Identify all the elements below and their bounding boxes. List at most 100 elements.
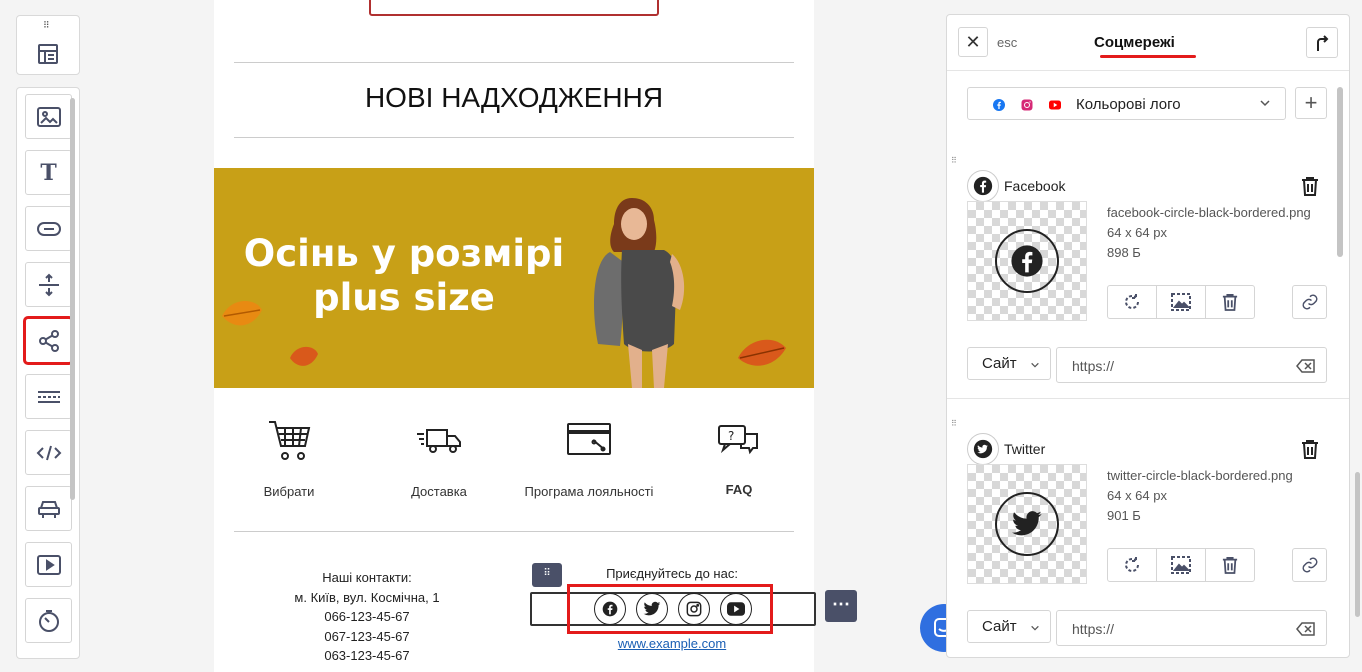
leaf-illustration (290, 346, 318, 366)
icon-style-select[interactable]: Кольорові лого (967, 87, 1286, 120)
feature-label: Вибрати (263, 484, 315, 499)
selection-highlight (567, 584, 773, 634)
export-button[interactable] (1306, 27, 1338, 58)
video-block-button[interactable] (25, 542, 72, 587)
file-info: facebook-circle-black-bordered.png 64 x … (1107, 203, 1327, 263)
feature-choose[interactable]: Вибрати (214, 418, 364, 499)
link-icon (1302, 294, 1317, 310)
clear-icon (1296, 622, 1315, 636)
divider-line (234, 137, 794, 138)
file-info: twitter-circle-black-bordered.png 64 x 6… (1107, 466, 1327, 526)
menu-block-button[interactable] (25, 486, 72, 531)
url-field[interactable]: https:// (1056, 347, 1327, 383)
panel-scrollbar[interactable] (1337, 87, 1343, 257)
file-dimensions: 64 x 64 px (1107, 488, 1167, 503)
toolbar-scrollbar[interactable] (70, 98, 75, 500)
facebook-icon (967, 170, 999, 202)
link-type-value: Сайт (982, 355, 1017, 372)
link-type-select[interactable]: Сайт (967, 610, 1051, 643)
delete-network-button[interactable] (1301, 176, 1319, 196)
feature-label: FAQ (725, 482, 753, 497)
timer-block-button[interactable] (25, 598, 72, 643)
edit-image-button[interactable] (1157, 549, 1206, 581)
instagram-color-icon (1021, 99, 1033, 111)
feature-loyalty[interactable]: Програма лояльності (514, 418, 664, 499)
page-scrollbar[interactable] (1355, 472, 1360, 617)
truck-icon (364, 418, 514, 466)
youtube-color-icon (1049, 100, 1061, 110)
twitter-icon (995, 492, 1059, 556)
add-network-button[interactable]: + (1295, 87, 1327, 119)
car-icon (37, 500, 60, 518)
button-block-button[interactable] (25, 206, 72, 251)
image-tools (1107, 285, 1255, 319)
file-name: facebook-circle-black-bordered.png (1107, 205, 1311, 220)
refresh-icon (1125, 294, 1139, 309)
image-edit-icon (1171, 556, 1191, 574)
close-button[interactable]: ✕ (958, 27, 988, 57)
drag-grip-icon[interactable]: ⠿ (951, 157, 957, 165)
remove-image-button[interactable] (1206, 286, 1254, 318)
contacts-block[interactable]: Наші контакти: м. Київ, вул. Космічна, 1… (234, 568, 500, 666)
file-dimensions: 64 x 64 px (1107, 225, 1167, 240)
trash-icon (1302, 177, 1318, 196)
block-drag-handle[interactable]: ⠿ (532, 563, 562, 587)
layout-block-button[interactable] (36, 42, 60, 66)
delete-network-button[interactable] (1301, 439, 1319, 459)
clear-icon (1296, 359, 1315, 373)
button-fragment[interactable] (369, 0, 659, 16)
html-block-button[interactable] (25, 430, 72, 475)
banner-title: Осінь у розмірі plus size (234, 232, 574, 320)
banner-line-2: plus size (313, 276, 495, 319)
spacer-block-button[interactable] (25, 262, 72, 307)
url-field[interactable]: https:// (1056, 610, 1327, 646)
divider-line (234, 531, 794, 532)
text-block-button[interactable]: T (25, 150, 72, 195)
file-size: 901 Б (1107, 508, 1141, 523)
trash-icon (1222, 294, 1238, 311)
link-icon (1302, 557, 1317, 573)
drag-grip-icon[interactable]: ⠿ (43, 21, 50, 30)
icon-preview[interactable] (967, 464, 1087, 584)
arrow-up-icon (1317, 34, 1329, 51)
feature-delivery[interactable]: Доставка (364, 418, 514, 499)
promo-banner[interactable]: Осінь у розмірі plus size (214, 168, 814, 388)
banner-line-1: Осінь у розмірі (243, 232, 565, 275)
contacts-phone: 063-123-45-67 (324, 648, 410, 663)
replace-image-button[interactable] (1108, 286, 1157, 318)
image-tools (1107, 548, 1255, 582)
image-block-button[interactable] (25, 94, 72, 139)
feature-label: Доставка (411, 484, 467, 499)
url-placeholder: https:// (1072, 358, 1115, 374)
section-heading[interactable]: НОВІ НАДХОДЖЕННЯ (214, 82, 814, 114)
faq-chat-icon: ? (664, 418, 814, 466)
chevron-down-icon (1031, 362, 1039, 368)
social-settings-panel: ✕ esc Соцмережі Кольорові лого + ⠿ Faceb… (946, 14, 1350, 658)
chevron-down-icon (1031, 625, 1039, 631)
link-type-select[interactable]: Сайт (967, 347, 1051, 380)
feature-label: Програма лояльності (524, 484, 654, 499)
divider-icon (37, 390, 60, 403)
spacer-icon (38, 273, 59, 296)
share-icon (38, 329, 59, 352)
contacts-title: Наші контакти: (322, 570, 412, 585)
leaf-illustration (738, 339, 786, 366)
panel-title: Соцмережі (1094, 34, 1175, 51)
file-name: twitter-circle-black-bordered.png (1107, 468, 1293, 483)
facebook-color-icon (993, 99, 1005, 111)
block-more-button[interactable]: ⋯ (825, 590, 857, 622)
feature-faq[interactable]: ? FAQ (664, 418, 814, 497)
replace-image-button[interactable] (1108, 549, 1157, 581)
website-link[interactable]: www.example.com (532, 636, 812, 651)
social-block-button[interactable] (23, 316, 74, 365)
link-button[interactable] (1292, 285, 1327, 319)
drag-grip-icon[interactable]: ⠿ (951, 420, 957, 428)
link-button[interactable] (1292, 548, 1327, 582)
refresh-icon (1125, 557, 1139, 572)
structure-toolbar: ⠿ (16, 15, 80, 75)
edit-image-button[interactable] (1157, 286, 1206, 318)
divider-block-button[interactable] (25, 374, 72, 419)
remove-image-button[interactable] (1206, 549, 1254, 581)
text-icon: T (40, 159, 57, 186)
icon-preview[interactable] (967, 201, 1087, 321)
